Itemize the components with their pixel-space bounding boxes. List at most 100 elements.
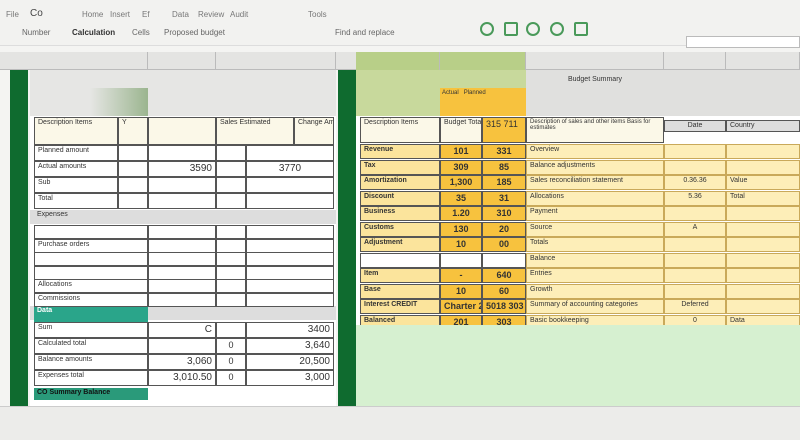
cell[interactable] (148, 265, 216, 280)
cell-value[interactable]: 0.36.36 (664, 175, 726, 190)
cell-value[interactable] (726, 159, 800, 175)
cell-value[interactable]: 3,010.50 (148, 370, 216, 386)
ribbon-calculation[interactable]: Calculation (72, 28, 115, 37)
cell-value[interactable]: 35 (440, 190, 482, 206)
cell-value[interactable]: 85 (482, 159, 526, 175)
tab-home[interactable]: Home (82, 10, 103, 19)
cell-value[interactable]: 60 (482, 283, 526, 299)
cell[interactable] (216, 265, 246, 280)
cell-value[interactable] (246, 177, 334, 193)
cell-value[interactable]: 1.20 (440, 206, 482, 221)
search-icon[interactable] (480, 22, 494, 36)
cell-value[interactable] (726, 206, 800, 221)
cell-value[interactable] (664, 144, 726, 159)
cell-value[interactable]: 640 (482, 268, 526, 283)
cell-value[interactable]: 0 (216, 370, 246, 386)
cell-value[interactable]: - (440, 268, 482, 283)
cell[interactable] (148, 252, 216, 266)
cell-value[interactable] (664, 283, 726, 299)
cell-value[interactable]: 31 (482, 190, 526, 206)
cell[interactable] (246, 279, 334, 293)
cell[interactable] (246, 252, 334, 266)
cell-value[interactable] (726, 221, 800, 237)
formula-bar[interactable] (686, 36, 800, 48)
filter-icon[interactable] (574, 22, 588, 36)
ribbon-find[interactable]: Find and replace (335, 28, 395, 37)
cell-value[interactable]: 10 (440, 283, 482, 299)
tab-co[interactable]: Co (30, 8, 43, 19)
cell-value[interactable]: 10 (440, 237, 482, 252)
col-header[interactable] (526, 52, 664, 70)
cell-value[interactable] (726, 283, 800, 299)
cell-value[interactable]: 1,300 (440, 175, 482, 190)
cell-value[interactable]: 0 (216, 338, 246, 354)
cell-value[interactable]: 20,500 (246, 354, 334, 370)
tab-insert[interactable]: Insert (110, 10, 130, 19)
cell[interactable] (216, 177, 246, 193)
cell-value[interactable] (664, 159, 726, 175)
cell-value[interactable] (726, 144, 800, 159)
col-header[interactable] (148, 52, 216, 70)
cell-value[interactable] (482, 252, 526, 268)
tool-icon[interactable] (504, 22, 518, 36)
cell-value[interactable]: 310 (482, 206, 526, 221)
cell-value[interactable]: 5018 303 (482, 299, 526, 314)
tab-review[interactable]: Review (198, 10, 224, 19)
cell[interactable] (216, 145, 246, 161)
cell[interactable] (118, 145, 148, 161)
col-header[interactable] (356, 52, 440, 70)
cell-value[interactable]: 130 (440, 221, 482, 237)
cell[interactable] (246, 225, 334, 239)
cell-value[interactable] (216, 322, 246, 338)
zoom-icon[interactable] (550, 22, 564, 36)
cell-value[interactable]: A (664, 221, 726, 237)
cell[interactable] (148, 279, 216, 293)
cell-value[interactable] (246, 145, 334, 161)
cell[interactable] (246, 238, 334, 253)
col-header[interactable] (30, 52, 148, 70)
cell[interactable] (216, 279, 246, 293)
tab-tools[interactable]: Tools (308, 10, 327, 19)
ribbon-proposed[interactable]: Proposed budget (164, 28, 225, 37)
cell-value[interactable] (664, 206, 726, 221)
cell[interactable] (148, 238, 216, 253)
cell[interactable] (216, 252, 246, 266)
cell-value[interactable] (440, 252, 482, 268)
cell-value[interactable] (664, 252, 726, 268)
cell-value[interactable] (148, 145, 216, 161)
cell[interactable] (148, 225, 216, 239)
cell[interactable] (118, 161, 148, 177)
cell-value[interactable]: 3770 (246, 161, 334, 177)
cell-value[interactable]: 20 (482, 221, 526, 237)
cell-value[interactable]: 3590 (148, 161, 216, 177)
cell-value[interactable]: 331 (482, 144, 526, 159)
col-header[interactable] (664, 52, 726, 70)
cell-value[interactable]: 185 (482, 175, 526, 190)
cell-value[interactable]: 3,000 (246, 370, 334, 386)
col-header[interactable] (216, 52, 336, 70)
cell[interactable] (216, 161, 246, 177)
cell[interactable] (216, 292, 246, 307)
cell-value[interactable] (148, 177, 216, 193)
cell[interactable] (246, 292, 334, 307)
tab-audit[interactable]: Audit (230, 10, 248, 19)
cell-value[interactable]: 3,640 (246, 338, 334, 354)
cell[interactable] (216, 193, 246, 209)
cell[interactable] (118, 193, 148, 209)
cell-value[interactable]: Total (726, 190, 800, 206)
cell-value[interactable] (664, 268, 726, 283)
cell-value[interactable] (148, 193, 216, 209)
cell[interactable] (246, 265, 334, 280)
cell-value[interactable]: Value (726, 175, 800, 190)
col-header[interactable] (726, 52, 800, 70)
cell-value[interactable]: Charter 201 (440, 299, 482, 314)
cell-value[interactable]: Deferred (664, 299, 726, 314)
cell-value[interactable] (726, 252, 800, 268)
cell-value[interactable] (664, 237, 726, 252)
cell-value[interactable]: 0 (216, 354, 246, 370)
col-header[interactable] (440, 52, 526, 70)
cell-value[interactable] (148, 338, 216, 354)
tab-ef[interactable]: Ef (142, 10, 150, 19)
tab-file[interactable]: File (6, 10, 19, 19)
cell-value[interactable]: 3,060 (148, 354, 216, 370)
